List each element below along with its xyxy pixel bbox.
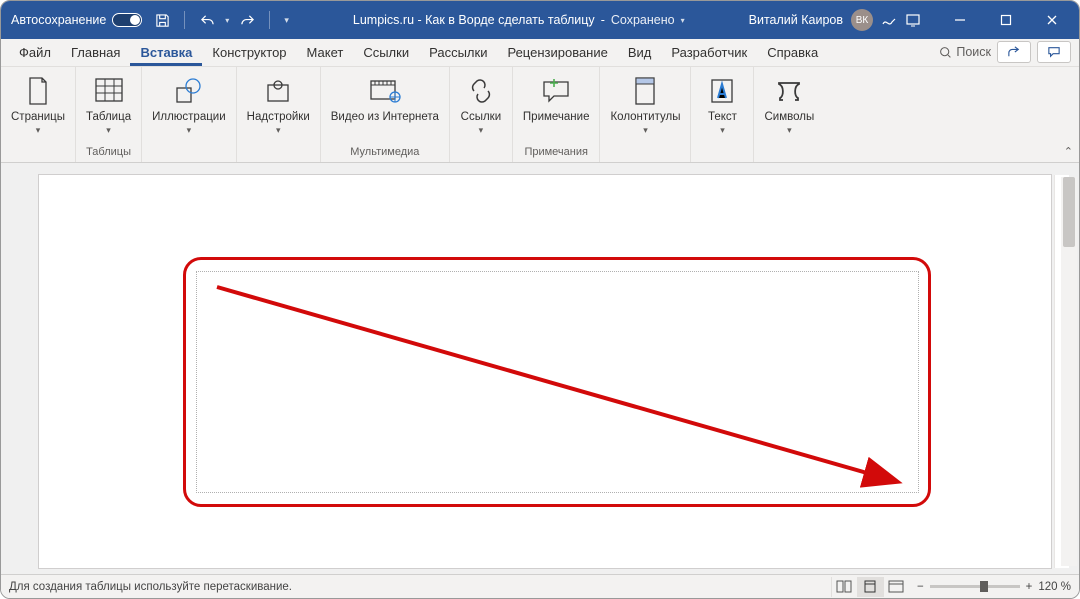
tab-layout[interactable]: Макет xyxy=(297,41,354,66)
autosave-label: Автосохранение xyxy=(11,13,106,27)
tab-references[interactable]: Ссылки xyxy=(353,41,419,66)
ribbon-display-icon[interactable] xyxy=(905,12,921,28)
zoom-slider[interactable] xyxy=(930,585,1020,588)
tab-file[interactable]: Файл xyxy=(9,41,61,66)
autosave: Автосохранение xyxy=(11,13,142,27)
shapes-icon xyxy=(171,73,207,109)
user-name: Виталий Каиров xyxy=(749,13,843,27)
tab-developer[interactable]: Разработчик xyxy=(661,41,757,66)
comment-icon xyxy=(538,73,574,109)
app-window: Автосохранение ▾ ▾ Lumpics.ru - Как в Во… xyxy=(0,0,1080,599)
qat: ▾ ▾ xyxy=(154,11,289,29)
titlebar: Автосохранение ▾ ▾ Lumpics.ru - Как в Во… xyxy=(1,1,1079,39)
illustrations-button[interactable]: Иллюстрации▾ xyxy=(144,71,234,136)
tab-view[interactable]: Вид xyxy=(618,41,662,66)
share-button[interactable] xyxy=(997,41,1031,63)
group-pages: Страницы▾ xyxy=(1,67,76,162)
group-links: Ссылки▾ xyxy=(450,67,513,162)
group-multimedia: Видео из Интернета Мультимедиа xyxy=(321,67,450,162)
group-tables: Таблица▾ Таблицы xyxy=(76,67,142,162)
avatar[interactable]: ВК xyxy=(851,9,873,31)
collapse-ribbon-icon[interactable]: ⌃ xyxy=(1064,145,1073,158)
group-illustrations: Иллюстрации▾ xyxy=(142,67,237,162)
symbols-button[interactable]: Символы▾ xyxy=(756,71,822,136)
vertical-scrollbar[interactable] xyxy=(1061,177,1077,566)
autosave-toggle[interactable] xyxy=(112,13,142,27)
tab-home[interactable]: Главная xyxy=(61,41,130,66)
undo-icon[interactable] xyxy=(199,12,215,28)
group-headers: Колонтитулы▾ xyxy=(600,67,691,162)
qat-more-icon[interactable]: ▾ xyxy=(284,15,289,26)
close-button[interactable] xyxy=(1029,1,1075,39)
status-message: Для создания таблицы используйте перетас… xyxy=(9,581,292,593)
zoom-in-button[interactable]: + xyxy=(1026,581,1033,593)
title-center: Lumpics.ru - Как в Ворде сделать таблицу… xyxy=(289,13,749,27)
document-area[interactable] xyxy=(1,163,1079,574)
title-right: Виталий Каиров ВК xyxy=(749,1,1075,39)
links-button[interactable]: Ссылки▾ xyxy=(452,71,510,136)
print-layout-icon[interactable] xyxy=(857,577,883,597)
table-button[interactable]: Таблица▾ xyxy=(78,71,139,136)
addins-icon xyxy=(260,73,296,109)
tab-design[interactable]: Конструктор xyxy=(202,41,296,66)
page-icon xyxy=(20,73,56,109)
zoom-control: − + 120 % xyxy=(917,581,1071,593)
save-status: Сохранено xyxy=(611,13,675,27)
text-button[interactable]: Текст▾ xyxy=(693,71,751,136)
text-icon xyxy=(704,73,740,109)
group-symbols: Символы▾ xyxy=(754,67,824,162)
link-icon xyxy=(463,73,499,109)
status-bar: Для создания таблицы используйте перетас… xyxy=(1,574,1079,598)
group-text: Текст▾ xyxy=(691,67,754,162)
omega-icon xyxy=(771,73,807,109)
video-button[interactable]: Видео из Интернета xyxy=(323,71,447,124)
search-label: Поиск xyxy=(956,45,991,59)
comment-button[interactable]: Примечание xyxy=(515,71,598,124)
headers-button[interactable]: Колонтитулы▾ xyxy=(602,71,688,136)
read-mode-icon[interactable] xyxy=(831,577,857,597)
redo-icon[interactable] xyxy=(239,12,255,28)
menu-tabs: Файл Главная Вставка Конструктор Макет С… xyxy=(1,39,1079,67)
pages-button[interactable]: Страницы▾ xyxy=(3,71,73,136)
maximize-button[interactable] xyxy=(983,1,1029,39)
group-comments: Примечание Примечания xyxy=(513,67,601,162)
zoom-value[interactable]: 120 % xyxy=(1038,581,1071,593)
ribbon: Страницы▾ Таблица▾ Таблицы Иллюстрации▾ xyxy=(1,67,1079,163)
save-icon[interactable] xyxy=(154,12,170,28)
tab-mailings[interactable]: Рассылки xyxy=(419,41,497,66)
doc-title: Lumpics.ru - Как в Ворде сделать таблицу xyxy=(353,13,595,27)
addins-button[interactable]: Надстройки▾ xyxy=(239,71,318,136)
video-icon xyxy=(367,73,403,109)
table-icon xyxy=(91,73,127,109)
comments-button[interactable] xyxy=(1037,41,1071,63)
search-box[interactable]: Поиск xyxy=(939,45,991,59)
group-addins: Надстройки▾ xyxy=(237,67,321,162)
tab-insert[interactable]: Вставка xyxy=(130,41,202,66)
zoom-out-button[interactable]: − xyxy=(917,581,924,593)
annotation-frame xyxy=(183,257,931,507)
minimize-button[interactable] xyxy=(937,1,983,39)
tab-review[interactable]: Рецензирование xyxy=(497,41,617,66)
tab-help[interactable]: Справка xyxy=(757,41,828,66)
header-icon xyxy=(627,73,663,109)
window-controls xyxy=(937,1,1075,39)
draw-icon[interactable] xyxy=(881,12,897,28)
web-layout-icon[interactable] xyxy=(883,577,909,597)
